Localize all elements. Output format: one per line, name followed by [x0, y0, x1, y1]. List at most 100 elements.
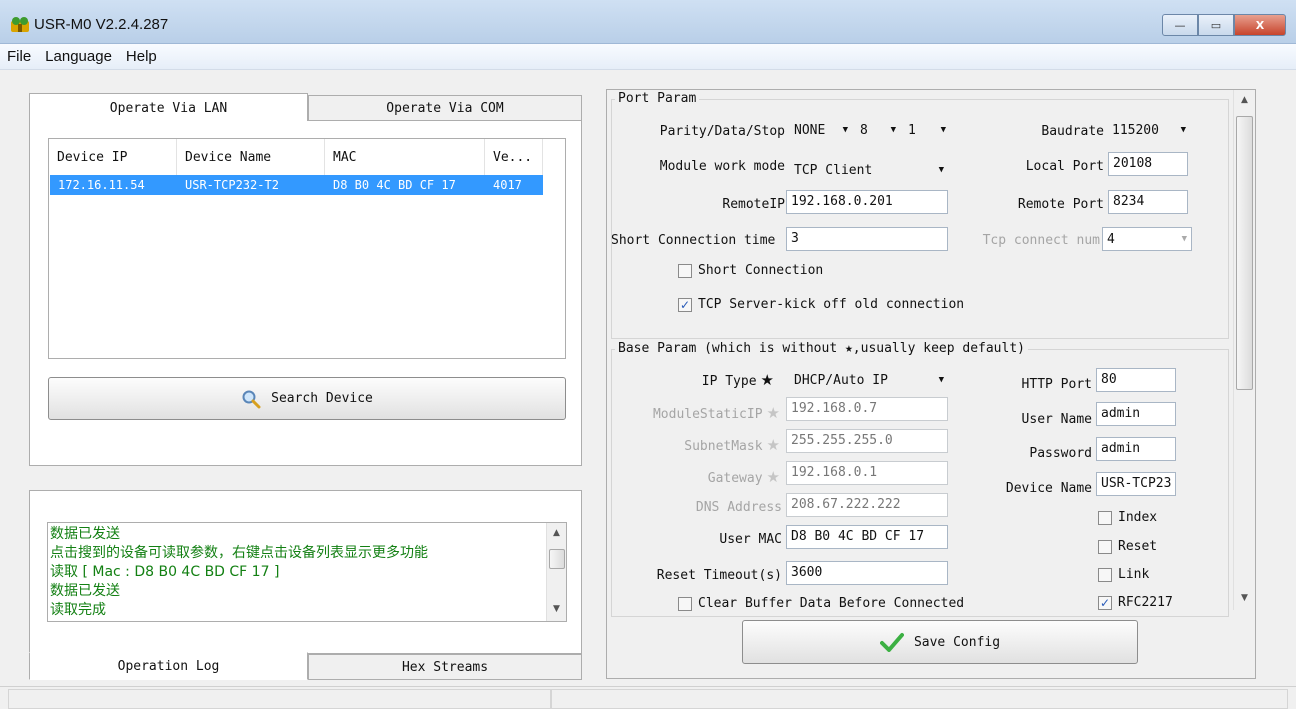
port-param-title: Port Param — [615, 91, 700, 106]
ip-type-select[interactable]: DHCP/Auto IP ▼ — [790, 368, 948, 392]
check-icon — [879, 633, 904, 652]
kick-off-checkbox[interactable]: ✓ — [678, 297, 692, 312]
stop-bits-select[interactable]: 1 ▼ — [904, 118, 950, 142]
col-device-ip[interactable]: Device IP — [49, 139, 177, 175]
gateway-input[interactable]: 192.168.0.1 — [786, 461, 948, 485]
menu-language[interactable]: Language — [38, 48, 119, 65]
tab-operate-via-com[interactable]: Operate Via COM — [308, 95, 582, 121]
cell-device-name: USR-TCP232-T2 — [185, 178, 279, 192]
config-scrollbar[interactable]: ▲ ▼ — [1233, 90, 1255, 610]
rfc2217-checkbox[interactable]: ✓ — [1098, 595, 1112, 610]
col-mac[interactable]: MAC — [325, 139, 485, 175]
scroll-down-icon[interactable]: ▼ — [1234, 590, 1255, 606]
tcp-connect-num-select[interactable]: 4 ▼ — [1102, 227, 1192, 251]
ip-type-value: DHCP/Auto IP — [794, 372, 888, 388]
clear-buffer-option[interactable]: Clear Buffer Data Before Connected — [678, 596, 964, 611]
user-mac-label: User MAC — [719, 532, 782, 547]
save-config-button[interactable]: Save Config — [742, 620, 1138, 664]
scroll-up-icon[interactable]: ▲ — [547, 525, 566, 541]
log-scroll-thumb[interactable] — [549, 549, 565, 569]
tcp-connect-num-value: 4 — [1107, 231, 1115, 247]
remote-port-input[interactable]: 8234 — [1108, 190, 1188, 214]
title-bar[interactable]: USR-M0 V2.2.4.287 — ▭ X — [0, 0, 1296, 44]
col-device-name[interactable]: Device Name — [177, 139, 325, 175]
dns-input[interactable]: 208.67.222.222 — [786, 493, 948, 517]
config-scroll-thumb[interactable] — [1236, 116, 1253, 390]
star-icon: ★ — [766, 404, 780, 422]
baudrate-select[interactable]: 115200 ▼ — [1108, 118, 1190, 142]
reset-option[interactable]: Reset — [1098, 539, 1157, 554]
short-connection-checkbox[interactable] — [678, 263, 692, 278]
subnet-input[interactable]: 255.255.255.0 — [786, 429, 948, 453]
chevron-down-icon: ▼ — [1180, 125, 1186, 135]
local-port-input[interactable]: 20108 — [1108, 152, 1188, 176]
chevron-down-icon: ▼ — [938, 165, 944, 175]
data-bits-select[interactable]: 8 ▼ — [856, 118, 900, 142]
menu-help[interactable]: Help — [119, 48, 164, 65]
parity-value: NONE — [794, 122, 826, 138]
scroll-down-icon[interactable]: ▼ — [547, 601, 566, 617]
device-name-input[interactable]: USR-TCP23 — [1096, 472, 1176, 496]
link-label: Link — [1118, 567, 1150, 582]
user-name-input[interactable]: admin — [1096, 402, 1176, 426]
col-version[interactable]: Ve... — [485, 139, 543, 175]
index-label: Index — [1118, 510, 1158, 525]
remote-port-label: Remote Port — [1017, 197, 1104, 212]
star-icon: ★ — [766, 468, 780, 486]
chevron-down-icon: ▼ — [890, 125, 896, 135]
operation-log[interactable]: 数据已发送 点击搜到的设备可读取参数，右键点击设备列表显示更多功能 读取 [ M… — [47, 522, 567, 622]
menu-file[interactable]: File — [0, 48, 38, 65]
maximize-button[interactable]: ▭ — [1198, 14, 1234, 36]
short-conn-time-label: Short Connection time — [611, 233, 776, 248]
link-option[interactable]: Link — [1098, 567, 1149, 582]
user-mac-input[interactable]: D8 B0 4C BD CF 17 — [786, 525, 948, 549]
gateway-label: Gateway ★ — [620, 468, 780, 486]
tab-operate-via-lan-face: Operate Via LAN — [30, 94, 307, 122]
status-pane-right — [551, 689, 1288, 709]
cell-device-ip: 172.16.11.54 — [58, 178, 145, 192]
password-input[interactable]: admin — [1096, 437, 1176, 461]
tab-lan-label: Operate Via LAN — [109, 100, 228, 116]
index-option[interactable]: Index — [1098, 510, 1157, 525]
chevron-down-icon: ▼ — [940, 125, 946, 135]
link-checkbox[interactable] — [1098, 567, 1112, 582]
kick-off-option[interactable]: ✓ TCP Server-kick off old connection — [678, 297, 964, 312]
work-mode-label: Module work mode — [659, 159, 785, 174]
log-scrollbar[interactable]: ▲ ▼ — [546, 523, 566, 621]
work-mode-select[interactable]: TCP Client ▼ — [790, 158, 948, 182]
status-pane-left — [8, 689, 551, 709]
search-device-label: Search Device — [271, 391, 373, 406]
remote-ip-input[interactable]: 192.168.0.201 — [786, 190, 948, 214]
cell-mac: D8 B0 4C BD CF 17 — [333, 178, 456, 192]
tab-hex-streams[interactable]: Hex Streams — [308, 654, 582, 680]
parity-label: Parity/Data/Stop — [659, 124, 785, 139]
scroll-up-icon[interactable]: ▲ — [1234, 92, 1255, 108]
static-ip-text: ModuleStaticIP — [652, 407, 763, 422]
star-icon: ★ — [766, 436, 780, 454]
table-row[interactable]: 172.16.11.54 USR-TCP232-T2 D8 B0 4C BD C… — [50, 175, 543, 195]
static-ip-input[interactable]: 192.168.0.7 — [786, 397, 948, 421]
search-icon — [242, 390, 261, 408]
tab-operation-log[interactable]: Operation Log — [29, 652, 308, 680]
clear-buffer-checkbox[interactable] — [678, 596, 692, 611]
remote-ip-label: RemoteIP — [722, 197, 785, 212]
static-ip-label: ModuleStaticIP ★ — [620, 404, 780, 422]
search-device-button[interactable]: Search Device — [48, 377, 566, 420]
http-port-label: HTTP Port — [1021, 377, 1092, 392]
reset-checkbox[interactable] — [1098, 539, 1112, 554]
short-conn-time-input[interactable]: 3 — [786, 227, 948, 251]
clear-buffer-label: Clear Buffer Data Before Connected — [698, 596, 965, 611]
device-table[interactable]: Device IP Device Name MAC Ve... 172.16.1… — [48, 138, 566, 359]
status-bar — [0, 686, 1296, 709]
minimize-button[interactable]: — — [1162, 14, 1198, 36]
short-connection-option[interactable]: Short Connection — [678, 263, 823, 278]
chevron-down-icon: ▼ — [1181, 234, 1187, 244]
parity-select[interactable]: NONE ▼ — [790, 118, 852, 142]
reset-timeout-input[interactable]: 3600 — [786, 561, 948, 585]
rfc2217-option[interactable]: ✓ RFC2217 — [1098, 595, 1173, 610]
index-checkbox[interactable] — [1098, 510, 1112, 525]
close-button[interactable]: X — [1234, 14, 1286, 36]
dns-label: DNS Address — [695, 500, 782, 515]
http-port-input[interactable]: 80 — [1096, 368, 1176, 392]
password-label: Password — [1029, 446, 1092, 461]
